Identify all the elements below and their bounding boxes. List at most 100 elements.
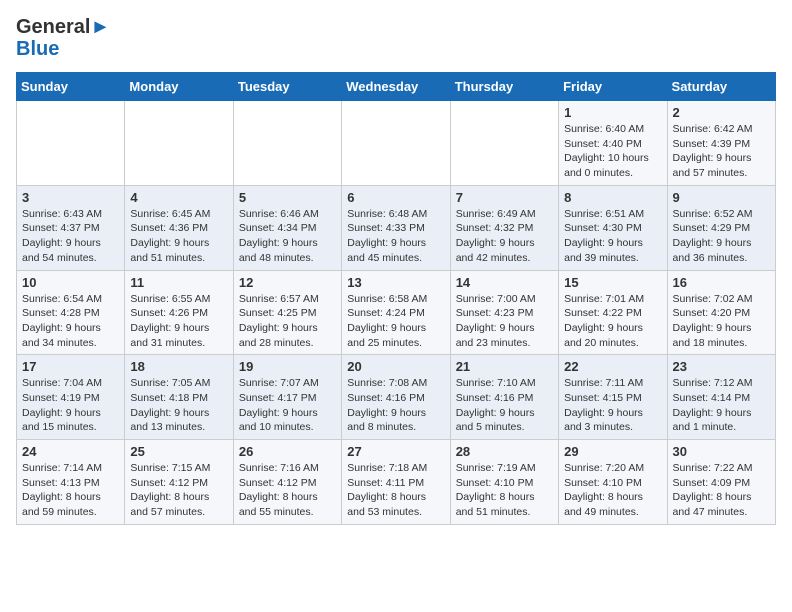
day-number: 6 [347, 190, 444, 205]
calendar-cell: 2Sunrise: 6:42 AM Sunset: 4:39 PM Daylig… [667, 101, 775, 186]
day-number: 23 [673, 359, 770, 374]
day-info: Sunrise: 6:55 AM Sunset: 4:26 PM Dayligh… [130, 292, 227, 351]
day-info: Sunrise: 7:08 AM Sunset: 4:16 PM Dayligh… [347, 376, 444, 435]
day-number: 20 [347, 359, 444, 374]
calendar-cell: 18Sunrise: 7:05 AM Sunset: 4:18 PM Dayli… [125, 355, 233, 440]
day-number: 4 [130, 190, 227, 205]
day-header-sunday: Sunday [17, 73, 125, 101]
calendar-week-5: 24 Sunrise: 7:14 AM Sunset: 4:13 PM Dayli… [17, 440, 776, 525]
day-info: Sunrise: 6:52 AM Sunset: 4:29 PM Dayligh… [673, 207, 770, 266]
calendar-cell: 5 Sunrise: 6:46 AM Sunset: 4:34 PM Daylig… [233, 185, 341, 270]
calendar-week-3: 10 Sunrise: 6:54 AM Sunset: 4:28 PM Dayli… [17, 270, 776, 355]
logo-blue: Blue [16, 38, 110, 60]
calendar-cell: 19 Sunrise: 7:07 AM Sunset: 4:17 PM Dayli… [233, 355, 341, 440]
calendar-cell: 28 Sunrise: 7:19 AM Sunset: 4:10 PM Dayli… [450, 440, 558, 525]
day-number: 15 [564, 275, 661, 290]
calendar-cell: 26Sunrise: 7:16 AM Sunset: 4:12 PM Dayli… [233, 440, 341, 525]
calendar-cell: 9 Sunrise: 6:52 AM Sunset: 4:29 PM Daylig… [667, 185, 775, 270]
day-number: 27 [347, 444, 444, 459]
day-number: 18 [130, 359, 227, 374]
calendar-cell: 3Sunrise: 6:43 AM Sunset: 4:37 PM Daylig… [17, 185, 125, 270]
day-number: 29 [564, 444, 661, 459]
day-number: 22 [564, 359, 661, 374]
day-info: Sunrise: 7:14 AM Sunset: 4:13 PM Dayligh… [22, 461, 119, 520]
day-info: Sunrise: 6:57 AM Sunset: 4:25 PM Dayligh… [239, 292, 336, 351]
day-info: Sunrise: 7:02 AM Sunset: 4:20 PM Dayligh… [673, 292, 770, 351]
calendar-cell: 16 Sunrise: 7:02 AM Sunset: 4:20 PM Dayli… [667, 270, 775, 355]
calendar-cell: 27 Sunrise: 7:18 AM Sunset: 4:11 PM Dayli… [342, 440, 450, 525]
day-number: 16 [673, 275, 770, 290]
day-info: Sunrise: 6:54 AM Sunset: 4:28 PM Dayligh… [22, 292, 119, 351]
day-header-wednesday: Wednesday [342, 73, 450, 101]
calendar-cell: 30 Sunrise: 7:22 AM Sunset: 4:09 PM Dayli… [667, 440, 775, 525]
day-info: Sunrise: 6:51 AM Sunset: 4:30 PM Dayligh… [564, 207, 661, 266]
calendar-cell [342, 101, 450, 186]
calendar-cell: 29 Sunrise: 7:20 AM Sunset: 4:10 PM Dayli… [559, 440, 667, 525]
day-info: Sunrise: 7:11 AM Sunset: 4:15 PM Dayligh… [564, 376, 661, 435]
day-number: 19 [239, 359, 336, 374]
day-number: 17 [22, 359, 119, 374]
calendar-cell [125, 101, 233, 186]
day-number: 5 [239, 190, 336, 205]
calendar-cell: 11 Sunrise: 6:55 AM Sunset: 4:26 PM Dayli… [125, 270, 233, 355]
calendar-cell: 1Sunrise: 6:40 AM Sunset: 4:40 PM Daylig… [559, 101, 667, 186]
calendar-week-1: 1Sunrise: 6:40 AM Sunset: 4:40 PM Daylig… [17, 101, 776, 186]
day-info: Sunrise: 6:49 AM Sunset: 4:32 PM Dayligh… [456, 207, 553, 266]
calendar-cell: 15 Sunrise: 7:01 AM Sunset: 4:22 PM Dayli… [559, 270, 667, 355]
calendar-cell: 7 Sunrise: 6:49 AM Sunset: 4:32 PM Daylig… [450, 185, 558, 270]
day-number: 9 [673, 190, 770, 205]
calendar-cell: 17 Sunrise: 7:04 AM Sunset: 4:19 PM Dayli… [17, 355, 125, 440]
day-number: 14 [456, 275, 553, 290]
logo-text: General► [16, 16, 110, 38]
calendar-cell: 23 Sunrise: 7:12 AM Sunset: 4:14 PM Dayli… [667, 355, 775, 440]
calendar-cell: 14 Sunrise: 7:00 AM Sunset: 4:23 PM Dayli… [450, 270, 558, 355]
day-info: Sunrise: 6:58 AM Sunset: 4:24 PM Dayligh… [347, 292, 444, 351]
day-number: 3 [22, 190, 119, 205]
calendar-cell: 21 Sunrise: 7:10 AM Sunset: 4:16 PM Dayli… [450, 355, 558, 440]
day-info: Sunrise: 7:12 AM Sunset: 4:14 PM Dayligh… [673, 376, 770, 435]
day-header-tuesday: Tuesday [233, 73, 341, 101]
calendar-table: SundayMondayTuesdayWednesdayThursdayFrid… [16, 72, 776, 525]
day-header-monday: Monday [125, 73, 233, 101]
calendar-cell: 4 Sunrise: 6:45 AM Sunset: 4:36 PM Daylig… [125, 185, 233, 270]
day-info: Sunrise: 7:10 AM Sunset: 4:16 PM Dayligh… [456, 376, 553, 435]
day-info: Sunrise: 6:40 AM Sunset: 4:40 PM Dayligh… [564, 122, 661, 181]
day-info: Sunrise: 6:48 AM Sunset: 4:33 PM Dayligh… [347, 207, 444, 266]
day-number: 24 [22, 444, 119, 459]
calendar-cell [233, 101, 341, 186]
day-header-thursday: Thursday [450, 73, 558, 101]
day-number: 28 [456, 444, 553, 459]
day-number: 7 [456, 190, 553, 205]
day-info: Sunrise: 7:04 AM Sunset: 4:19 PM Dayligh… [22, 376, 119, 435]
day-info: Sunrise: 7:19 AM Sunset: 4:10 PM Dayligh… [456, 461, 553, 520]
day-info: Sunrise: 7:18 AM Sunset: 4:11 PM Dayligh… [347, 461, 444, 520]
logo: General► Blue [16, 16, 110, 60]
day-number: 12 [239, 275, 336, 290]
calendar-cell: 12 Sunrise: 6:57 AM Sunset: 4:25 PM Dayli… [233, 270, 341, 355]
calendar-cell [450, 101, 558, 186]
day-number: 21 [456, 359, 553, 374]
calendar-cell: 13Sunrise: 6:58 AM Sunset: 4:24 PM Dayli… [342, 270, 450, 355]
day-header-saturday: Saturday [667, 73, 775, 101]
day-number: 26 [239, 444, 336, 459]
page-header: General► Blue [16, 16, 776, 60]
calendar-cell: 25 Sunrise: 7:15 AM Sunset: 4:12 PM Dayli… [125, 440, 233, 525]
day-info: Sunrise: 7:07 AM Sunset: 4:17 PM Dayligh… [239, 376, 336, 435]
day-header-friday: Friday [559, 73, 667, 101]
day-info: Sunrise: 7:01 AM Sunset: 4:22 PM Dayligh… [564, 292, 661, 351]
day-info: Sunrise: 7:20 AM Sunset: 4:10 PM Dayligh… [564, 461, 661, 520]
calendar-cell: 8Sunrise: 6:51 AM Sunset: 4:30 PM Daylig… [559, 185, 667, 270]
day-info: Sunrise: 7:22 AM Sunset: 4:09 PM Dayligh… [673, 461, 770, 520]
day-number: 2 [673, 105, 770, 120]
calendar-cell: 10 Sunrise: 6:54 AM Sunset: 4:28 PM Dayli… [17, 270, 125, 355]
day-number: 11 [130, 275, 227, 290]
day-number: 30 [673, 444, 770, 459]
calendar-cell: 6 Sunrise: 6:48 AM Sunset: 4:33 PM Daylig… [342, 185, 450, 270]
calendar-week-4: 17 Sunrise: 7:04 AM Sunset: 4:19 PM Dayli… [17, 355, 776, 440]
day-info: Sunrise: 6:46 AM Sunset: 4:34 PM Dayligh… [239, 207, 336, 266]
day-number: 25 [130, 444, 227, 459]
day-info: Sunrise: 7:00 AM Sunset: 4:23 PM Dayligh… [456, 292, 553, 351]
day-info: Sunrise: 7:15 AM Sunset: 4:12 PM Dayligh… [130, 461, 227, 520]
day-info: Sunrise: 6:45 AM Sunset: 4:36 PM Dayligh… [130, 207, 227, 266]
day-number: 10 [22, 275, 119, 290]
